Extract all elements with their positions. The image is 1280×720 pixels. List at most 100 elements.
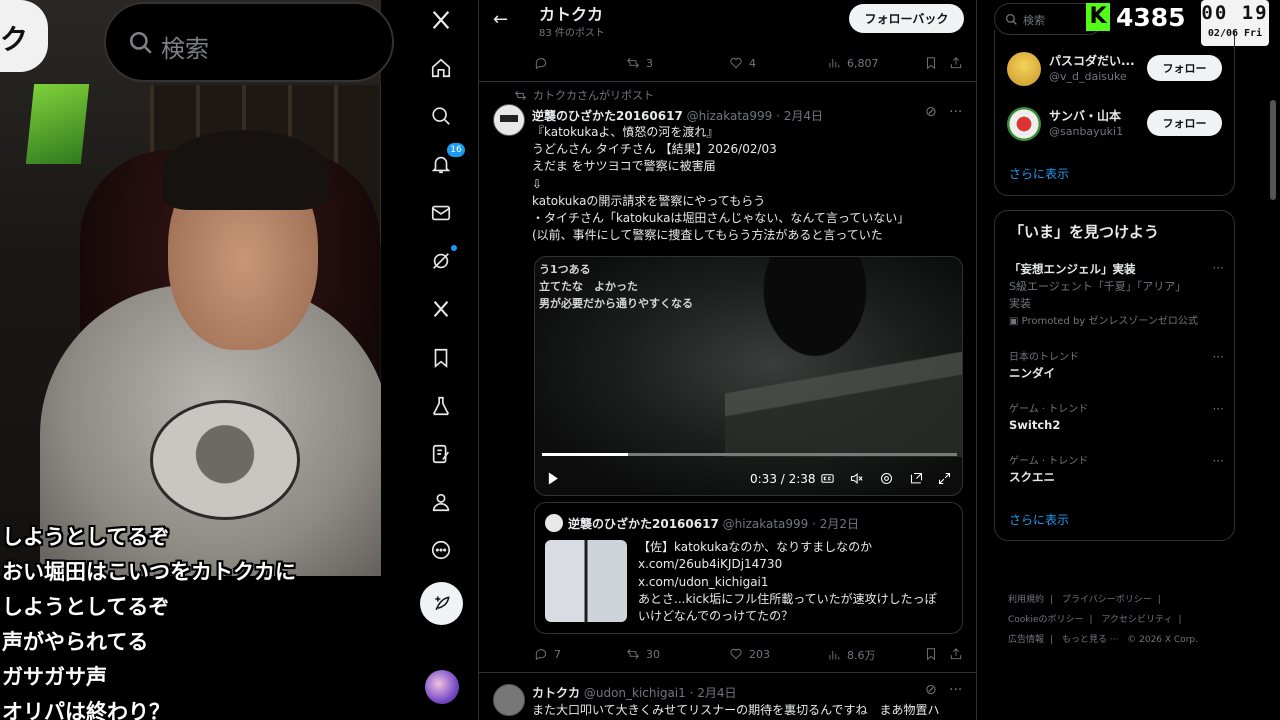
footer-link[interactable]: プライバシーポリシー xyxy=(1062,595,1152,605)
reply-action[interactable]: 7 xyxy=(534,647,561,661)
video-player[interactable]: う1つある 立てたな よかった 男が必要だから通りやすくなる 0:33 / 2:… xyxy=(534,256,963,496)
quoted-link[interactable]: x.com/udon_kichigai1 xyxy=(638,574,958,591)
views-icon xyxy=(829,58,840,68)
share-icon xyxy=(950,648,962,660)
quoted-tweet-header: 逆襲のひざかた20160617 @hizakata999 · 2月2日 xyxy=(568,515,859,532)
grok-explain-icon[interactable]: ⊘ xyxy=(925,104,937,120)
bookmarks-icon[interactable] xyxy=(423,340,459,376)
views-action[interactable]: 8.6万 xyxy=(827,647,876,663)
footer-sep: | xyxy=(1157,595,1161,605)
tweet-author-avatar[interactable] xyxy=(493,104,525,136)
settings-gear-icon[interactable] xyxy=(877,469,895,487)
share-action[interactable] xyxy=(949,56,963,70)
trend-more-icon[interactable]: ··· xyxy=(1213,261,1224,275)
trend-item[interactable]: ゲーム · トレンド Switch2 ··· xyxy=(1009,402,1224,434)
x-logo-icon[interactable] xyxy=(423,2,459,38)
page-scrollbar[interactable] xyxy=(1270,100,1276,200)
tweet-line: えだま をサツヨコで警察に被害届 xyxy=(532,159,716,174)
fullscreen-icon[interactable] xyxy=(935,469,953,487)
account-avatar[interactable] xyxy=(425,670,459,704)
suggestion-handle: @v_d_daisuke xyxy=(1049,70,1127,83)
next-tweet-avatar[interactable] xyxy=(493,684,525,716)
trend-item[interactable]: ゲーム · トレンド スクエニ ··· xyxy=(1009,454,1224,486)
footer-sep: | xyxy=(1178,615,1182,625)
footer-link[interactable]: もっと見る ··· xyxy=(1062,635,1118,645)
profile-header: ← カトクカ 83 件のポスト フォローバック xyxy=(479,0,976,42)
quoted-tweet-date: · 2月2日 xyxy=(812,517,860,531)
post-button[interactable] xyxy=(420,582,463,625)
overlay-search-bar[interactable]: 検索 xyxy=(104,2,394,82)
like-action[interactable]: 4 xyxy=(729,56,756,70)
next-author-name[interactable]: カトクカ xyxy=(532,686,580,700)
tweet-date[interactable]: · 2月4日 xyxy=(776,109,823,123)
repost-indicator: カトクカさんがリポスト xyxy=(514,87,654,103)
profile-icon[interactable] xyxy=(423,484,459,520)
grok-new-dot xyxy=(451,245,457,251)
profile-title: カトクカ xyxy=(539,5,604,24)
bookmark-action[interactable] xyxy=(924,56,938,70)
play-icon[interactable] xyxy=(543,469,561,487)
views-action[interactable]: 6,807 xyxy=(827,56,879,70)
quoted-thumbnail[interactable] xyxy=(545,540,627,622)
follow-suggestion[interactable]: サンバ・山本 @sanbayuki1 フォロー xyxy=(1007,105,1232,145)
chat-line: 声がやられてる xyxy=(2,630,149,654)
repost-action[interactable]: 3 xyxy=(626,56,653,70)
tweet-more-icon[interactable]: ··· xyxy=(949,104,962,120)
quoted-tweet[interactable]: 逆襲のひざかた20160617 @hizakata999 · 2月2日 【佐】k… xyxy=(534,502,963,634)
compose-note-icon[interactable] xyxy=(423,436,459,472)
notifications-icon[interactable]: 16 xyxy=(423,143,465,182)
tweet-line: 『katokukaよ、憤怒の河を渡れ』 xyxy=(532,125,719,139)
home-icon[interactable] xyxy=(423,50,459,86)
tweet-author-handle[interactable]: @hizakata999 xyxy=(687,109,773,123)
trend-more-icon[interactable]: ··· xyxy=(1213,350,1224,364)
trends-show-more[interactable]: さらに表示 xyxy=(1009,511,1069,528)
feather-plus-icon xyxy=(434,595,450,610)
premium-icon[interactable] xyxy=(423,291,459,327)
footer-link[interactable]: 広告情報 xyxy=(1008,635,1044,645)
tweet-line: (以前、事件にして警察に捜査してもらう方法があると言っていた xyxy=(532,228,883,243)
tweet-author-name[interactable]: 逆襲のひざかた20160617 xyxy=(532,109,683,123)
show-more-link[interactable]: さらに表示 xyxy=(1009,165,1069,182)
repost-action[interactable]: 30 xyxy=(626,647,660,661)
video-progress-bar[interactable] xyxy=(542,453,957,456)
share-icon xyxy=(950,57,962,69)
tweet-more-icon[interactable]: ··· xyxy=(949,682,962,698)
share-action[interactable] xyxy=(949,647,963,661)
search-icon[interactable] xyxy=(423,98,459,134)
follow-suggestion[interactable]: パスコダだい... @v_d_daisuke フォロー xyxy=(1007,50,1232,90)
divider xyxy=(479,81,976,82)
picture-in-picture-icon[interactable] xyxy=(907,469,925,487)
bookmark-action[interactable] xyxy=(924,647,938,661)
footer-link[interactable]: 利用規約 xyxy=(1008,595,1044,605)
grok-icon[interactable] xyxy=(423,243,459,279)
back-arrow-icon[interactable]: ← xyxy=(493,9,508,30)
trend-more-icon[interactable]: ··· xyxy=(1213,402,1224,416)
chat-line: オリパは終わり？ xyxy=(2,700,170,720)
follow-back-button[interactable]: フォローバック xyxy=(849,4,964,33)
follow-button[interactable]: フォロー xyxy=(1147,110,1222,136)
trend-item[interactable]: 日本のトレンド ニンダイ ··· xyxy=(1009,350,1224,382)
trend-title: Switch2 xyxy=(1009,418,1061,432)
heart-icon xyxy=(730,648,742,660)
captions-icon[interactable] xyxy=(818,469,836,487)
mute-icon[interactable] xyxy=(847,469,865,487)
views-icon xyxy=(829,650,840,660)
messages-icon[interactable] xyxy=(423,195,459,231)
footer-link[interactable]: アクセシビリティ xyxy=(1101,615,1172,625)
more-icon[interactable] xyxy=(423,532,459,568)
grok-explain-icon[interactable]: ⊘ xyxy=(925,682,937,698)
promoted-label: ▣ Promoted by ゼンレスゾーンゼロ公式 xyxy=(1009,316,1198,327)
next-tweet-date[interactable]: · 2月4日 xyxy=(690,686,737,700)
trend-more-icon[interactable]: ··· xyxy=(1213,454,1224,468)
quoted-link[interactable]: x.com/26ub4iKJDj14730 xyxy=(638,556,958,573)
footer-link[interactable]: Cookieのポリシー xyxy=(1008,615,1084,625)
trend-item-promoted[interactable]: 「妄想エンジェル」実装 S級エージェント「千夏」「アリア」 実装 ▣ Promo… xyxy=(1009,261,1224,329)
follow-button[interactable]: フォロー xyxy=(1147,55,1222,81)
repost-count: 3 xyxy=(646,56,653,70)
next-author-handle[interactable]: @udon_kichigai1 xyxy=(584,686,686,700)
labs-icon[interactable] xyxy=(423,388,459,424)
suggestion-handle: @sanbayuki1 xyxy=(1049,125,1124,138)
quoted-author-name: 逆襲のひざかた20160617 xyxy=(568,517,719,531)
like-action[interactable]: 203 xyxy=(729,647,770,661)
reply-action[interactable] xyxy=(534,56,548,70)
